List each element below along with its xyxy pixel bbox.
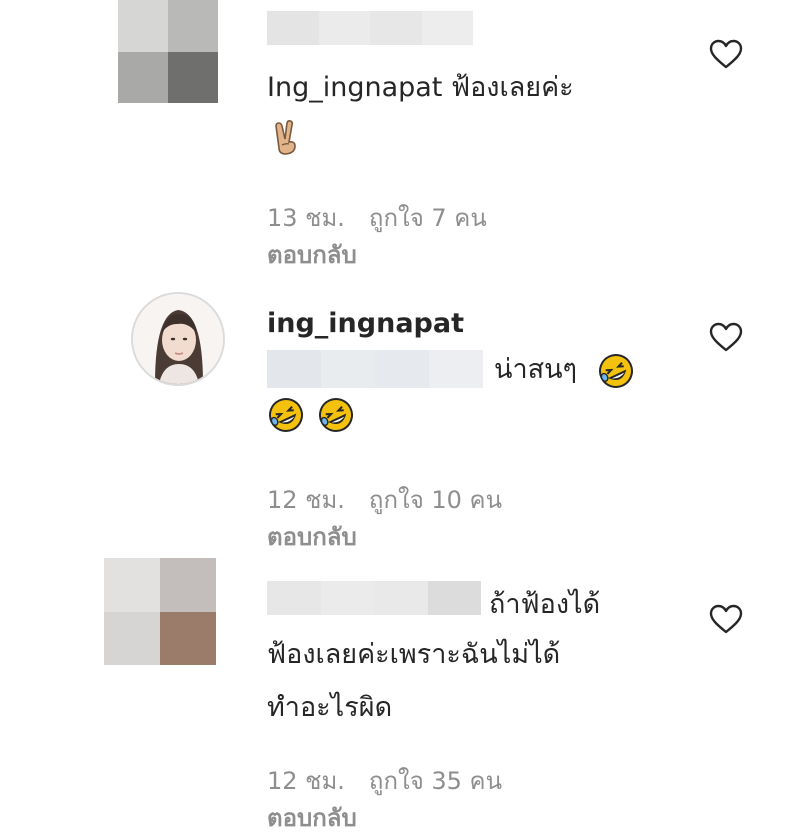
comment-text: น่าสนๆ <box>494 354 578 385</box>
heart-outline-icon[interactable] <box>708 603 744 635</box>
avatar[interactable] <box>131 292 225 386</box>
avatar-blurred[interactable] <box>118 0 218 103</box>
comment-meta: 12 ชม. ถูกใจ 35 คน <box>267 761 502 800</box>
comment-text: ถ้าฟ้องได้ <box>489 589 601 620</box>
comment-meta: 12 ชม. ถูกใจ 10 คน <box>267 480 502 519</box>
reply-button[interactable]: ตอบกลับ <box>267 235 357 274</box>
comment-emoji-line <box>267 118 305 156</box>
heart-outline-icon[interactable] <box>708 38 744 70</box>
comment-username[interactable]: ing_ingnapat <box>267 296 464 351</box>
victory-hand-emoji <box>275 119 296 155</box>
avatar-blurred[interactable] <box>104 558 216 665</box>
heart-outline-icon[interactable] <box>708 321 744 353</box>
username-blurred[interactable] <box>267 11 473 45</box>
comment-time: 12 ชม. <box>267 486 345 514</box>
comment-item: ing_ingnapat น่าสนๆ 12 ชม. ถูกใจ 10 คน ต… <box>0 280 800 555</box>
comment-likes[interactable]: ถูกใจ 35 คน <box>369 767 502 795</box>
laughing-emoji-inline <box>597 352 635 390</box>
rolling-on-floor-laughing-emoji <box>269 398 303 432</box>
comment-time: 13 ชม. <box>267 204 345 232</box>
comment-meta: 13 ชม. ถูกใจ 7 คน <box>267 198 487 237</box>
rolling-on-floor-laughing-emoji <box>599 354 633 388</box>
mention-blurred[interactable] <box>267 350 483 388</box>
rolling-on-floor-laughing-emoji <box>319 398 353 432</box>
comment-text: Ing_ingnapat ฟ้องเลยค่ะ <box>267 72 574 103</box>
comment-text: ฟ้องเลยค่ะเพราะฉันไม่ได้ <box>267 639 561 670</box>
comment-item: ถ้าฟ้องได้ ฟ้องเลยค่ะเพราะฉันไม่ได้ ทำอะ… <box>0 555 800 839</box>
reply-button[interactable]: ตอบกลับ <box>267 798 357 837</box>
comment-text: ทำอะไรผิด <box>267 692 393 723</box>
comment-emoji-line <box>267 396 355 434</box>
comment-likes[interactable]: ถูกใจ 7 คน <box>369 204 487 232</box>
comment-time: 12 ชม. <box>267 767 345 795</box>
username-blurred[interactable] <box>267 581 481 615</box>
reply-button[interactable]: ตอบกลับ <box>267 517 357 556</box>
comment-item: Ing_ingnapat ฟ้องเลยค่ะ 13 ชม. ถูกใจ 7 คน… <box>0 0 800 280</box>
comment-likes[interactable]: ถูกใจ 10 คน <box>369 486 502 514</box>
